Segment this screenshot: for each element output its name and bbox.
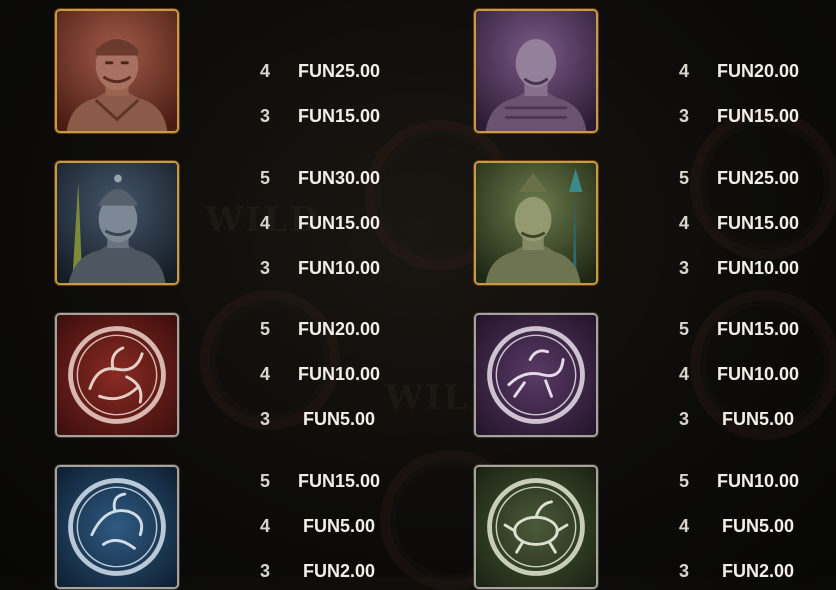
payout-count: 3 — [678, 258, 689, 278]
payout-count: 3 — [259, 561, 270, 581]
payout-amount: FUN10.00 — [716, 471, 800, 491]
payout-count: 3 — [259, 106, 270, 126]
payout-amount: FUN15.00 — [716, 106, 800, 126]
payout-count: 3 — [678, 106, 689, 126]
payout-count: 3 — [259, 409, 270, 429]
payout-count: 5 — [259, 319, 270, 339]
payout-count: 4 — [678, 61, 689, 81]
payout-amount: FUN5.00 — [302, 409, 376, 429]
payout-count: 4 — [259, 213, 270, 233]
payout-amount: FUN25.00 — [716, 168, 800, 188]
payout-amount: FUN15.00 — [297, 471, 381, 491]
payout-amount: FUN15.00 — [716, 319, 800, 339]
payout-count: 3 — [678, 561, 689, 581]
payout-amount: FUN10.00 — [297, 364, 381, 384]
payout-amount: FUN10.00 — [297, 258, 381, 278]
payout-amount: FUN5.00 — [721, 409, 795, 429]
payout-count: 5 — [678, 168, 689, 188]
payout-amount: FUN2.00 — [721, 561, 795, 581]
payout-count: 4 — [259, 364, 270, 384]
payout-amount: FUN20.00 — [716, 61, 800, 81]
symbol-green-tortoise-medallion — [474, 465, 598, 589]
blue-phoenix-medallion-icon — [57, 467, 177, 587]
terracotta-warrior-purple-icon — [476, 11, 596, 131]
symbol-terracotta-soldier-blue — [55, 161, 179, 285]
payout-amount: FUN2.00 — [302, 561, 376, 581]
payout-count: 4 — [259, 516, 270, 536]
payout-amount: FUN20.00 — [297, 319, 381, 339]
symbol-red-dragon-medallion — [55, 313, 179, 437]
payout-count: 4 — [259, 61, 270, 81]
payout-amount: FUN5.00 — [721, 516, 795, 536]
payout-amount: FUN5.00 — [302, 516, 376, 536]
payout-count: 5 — [259, 168, 270, 188]
payout-count: 3 — [678, 409, 689, 429]
terracotta-soldier-blue-icon — [57, 163, 177, 283]
payout-amount: FUN30.00 — [297, 168, 381, 188]
symbol-blue-phoenix-medallion — [55, 465, 179, 589]
symbol-terracotta-general — [55, 9, 179, 133]
payout-count: 5 — [678, 319, 689, 339]
payout-count: 4 — [678, 213, 689, 233]
payout-amount: FUN25.00 — [297, 61, 381, 81]
payout-count: 5 — [678, 471, 689, 491]
red-dragon-medallion-icon — [57, 315, 177, 435]
purple-tiger-medallion-icon — [476, 315, 596, 435]
payout-amount: FUN15.00 — [716, 213, 800, 233]
payout-amount: FUN10.00 — [716, 258, 800, 278]
green-tortoise-medallion-icon — [476, 467, 596, 587]
terracotta-general-icon — [57, 11, 177, 131]
terracotta-spearman-green-icon — [476, 163, 596, 283]
payout-amount: FUN10.00 — [716, 364, 800, 384]
payout-count: 4 — [678, 364, 689, 384]
payout-amount: FUN15.00 — [297, 213, 381, 233]
payout-amount: FUN15.00 — [297, 106, 381, 126]
payout-count: 4 — [678, 516, 689, 536]
payout-count: 3 — [259, 258, 270, 278]
payout-count: 5 — [259, 471, 270, 491]
symbol-purple-tiger-medallion — [474, 313, 598, 437]
symbol-terracotta-spearman-green — [474, 161, 598, 285]
symbol-terracotta-warrior-purple — [474, 9, 598, 133]
